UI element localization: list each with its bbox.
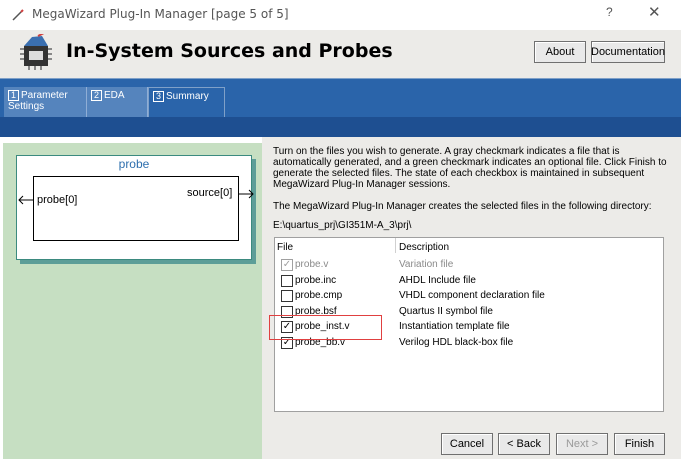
file-name: probe.inc [295, 275, 337, 286]
file-checkbox[interactable] [281, 275, 293, 287]
summary-description: Turn on the files you wish to generate. … [273, 146, 667, 190]
file-checkbox[interactable] [281, 290, 293, 302]
file-name: probe.cmp [295, 290, 343, 301]
output-directory: E:\quartus_prj\GI351M-A_3\prj\ [273, 220, 412, 231]
column-header-description[interactable]: Description [399, 242, 449, 253]
output-port-label: source[0] [187, 187, 233, 199]
column-divider [395, 238, 396, 253]
file-description: Verilog HDL black-box file [399, 337, 514, 348]
file-description: Instantiation template file [399, 321, 510, 332]
cancel-button[interactable]: Cancel [441, 433, 493, 455]
file-checkbox: ✓ [281, 259, 293, 271]
file-row: ✓ probe.v Variation file [275, 258, 663, 273]
highlight-box [269, 315, 382, 340]
column-header-file[interactable]: File [277, 242, 293, 253]
file-description: Variation file [399, 259, 454, 270]
file-description: VHDL component declaration file [399, 290, 545, 301]
directory-note: The MegaWizard Plug-In Manager creates t… [273, 201, 652, 212]
file-description: Quartus II symbol file [399, 306, 493, 317]
file-row[interactable]: probe.inc AHDL Include file [275, 274, 663, 289]
back-button[interactable]: < Back [498, 433, 550, 455]
file-description: AHDL Include file [399, 275, 476, 286]
input-port-label: probe[0] [37, 194, 78, 206]
finish-button[interactable]: Finish [614, 433, 665, 455]
file-name: probe.v [295, 259, 329, 270]
next-button[interactable]: Next > [556, 433, 608, 455]
file-row[interactable]: probe.cmp VHDL component declaration fil… [275, 289, 663, 304]
